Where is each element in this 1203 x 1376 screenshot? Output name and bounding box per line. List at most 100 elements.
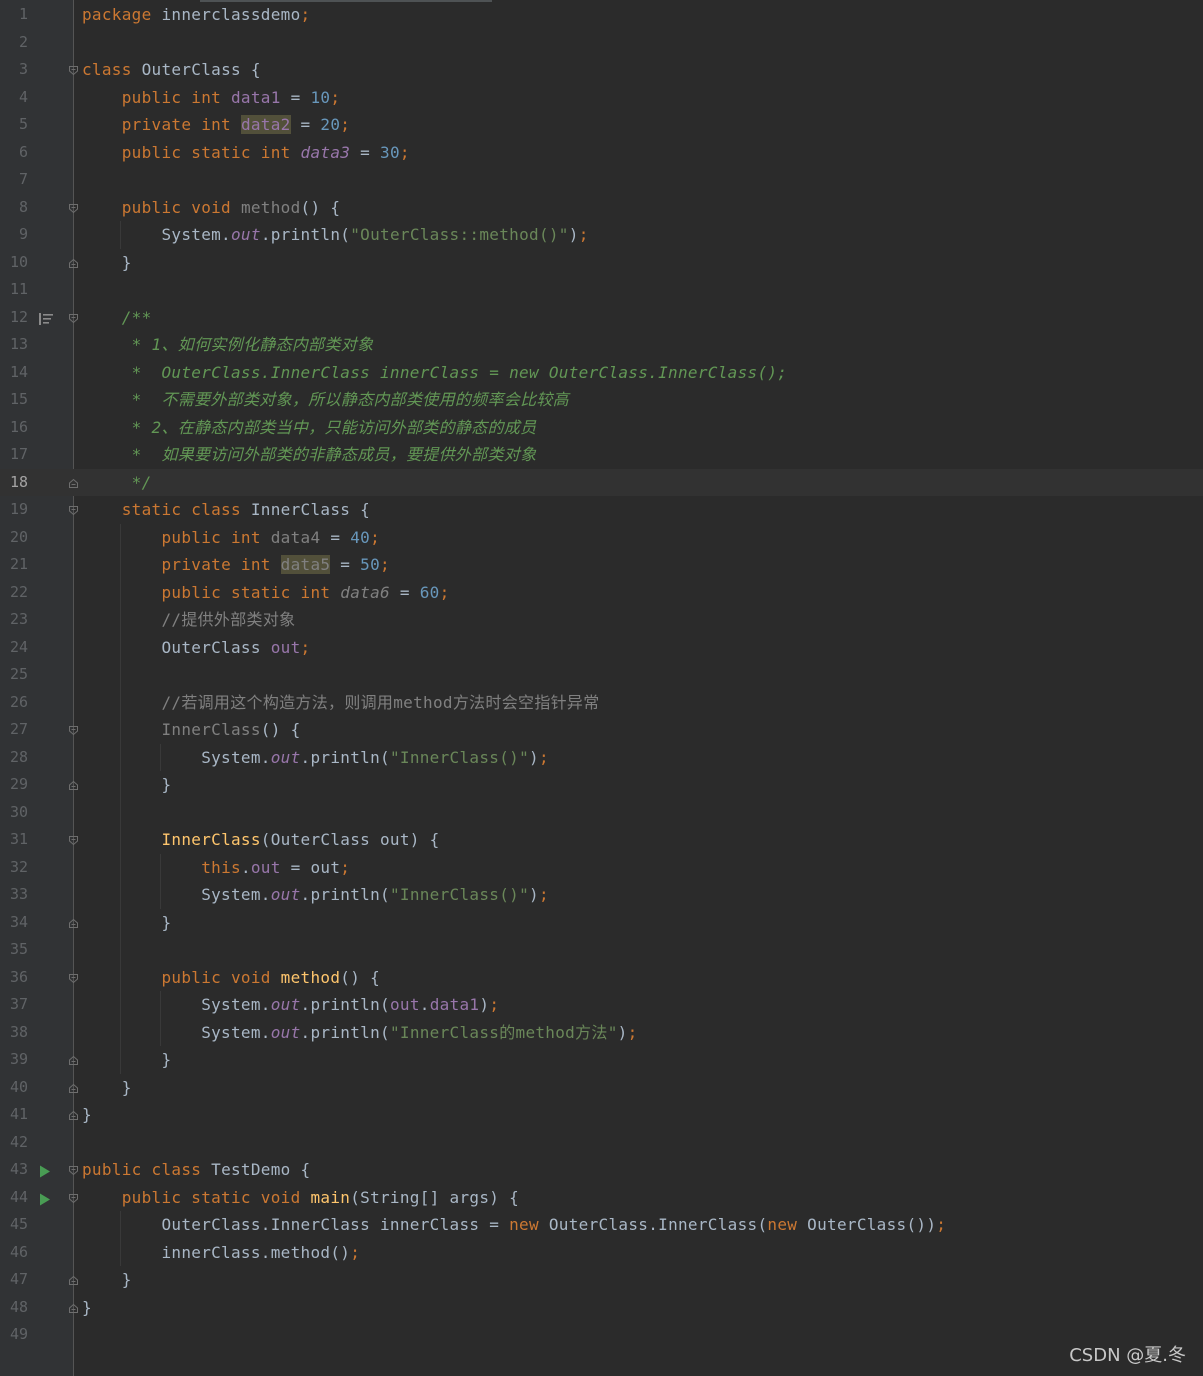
code-line[interactable]: 4 public int data1 = 10; — [0, 84, 1203, 112]
code-text[interactable]: } — [82, 249, 132, 277]
code-text[interactable]: } — [82, 1101, 92, 1129]
render-doc-icon[interactable] — [38, 311, 54, 325]
code-line[interactable]: 47 } — [0, 1266, 1203, 1294]
code-text[interactable]: System.out.println("InnerClass的method方法"… — [82, 1019, 638, 1047]
fold-close-icon[interactable] — [68, 780, 79, 791]
code-line[interactable]: 20 public int data4 = 40; — [0, 524, 1203, 552]
code-line[interactable]: 21 private int data5 = 50; — [0, 551, 1203, 579]
code-line[interactable]: 28 System.out.println("InnerClass()"); — [0, 744, 1203, 772]
code-line[interactable]: 49 — [0, 1321, 1203, 1349]
code-text[interactable]: innerClass.method(); — [82, 1239, 360, 1267]
code-line[interactable]: 29 } — [0, 771, 1203, 799]
code-line[interactable]: 5 private int data2 = 20; — [0, 111, 1203, 139]
code-line[interactable]: 24 OuterClass out; — [0, 634, 1203, 662]
code-text[interactable]: } — [82, 1266, 132, 1294]
fold-close-icon[interactable] — [68, 918, 79, 929]
code-line[interactable]: 16 * 2、在静态内部类当中，只能访问外部类的静态的成员 — [0, 414, 1203, 442]
fold-open-icon[interactable] — [68, 203, 79, 214]
code-line[interactable]: 8 public void method() { — [0, 194, 1203, 222]
code-text[interactable]: System.out.println(out.data1); — [82, 991, 499, 1019]
fold-close-icon[interactable] — [68, 1110, 79, 1121]
code-line[interactable]: 30 — [0, 799, 1203, 827]
code-line[interactable]: 17 * 如果要访问外部类的非静态成员，要提供外部类对象 — [0, 441, 1203, 469]
code-text[interactable]: } — [82, 1074, 132, 1102]
code-line[interactable]: 33 System.out.println("InnerClass()"); — [0, 881, 1203, 909]
fold-close-icon[interactable] — [68, 1303, 79, 1314]
code-line[interactable]: 11 — [0, 276, 1203, 304]
code-line[interactable]: 46 innerClass.method(); — [0, 1239, 1203, 1267]
code-line[interactable]: 10 } — [0, 249, 1203, 277]
code-text[interactable]: this.out = out; — [82, 854, 350, 882]
code-text[interactable]: System.out.println("OuterClass::method()… — [82, 221, 589, 249]
code-text[interactable]: } — [82, 1294, 92, 1322]
code-text[interactable]: */ — [82, 469, 152, 497]
code-text[interactable]: * 1、如何实例化静态内部类对象 — [82, 331, 373, 359]
code-text[interactable]: class OuterClass { — [82, 56, 261, 84]
code-line[interactable]: 6 public static int data3 = 30; — [0, 139, 1203, 167]
code-text[interactable]: public static int data3 = 30; — [82, 139, 410, 167]
code-line[interactable]: 36 public void method() { — [0, 964, 1203, 992]
code-text[interactable]: * 不需要外部类对象，所以静态内部类使用的频率会比较高 — [82, 386, 569, 414]
code-line[interactable]: 32 this.out = out; — [0, 854, 1203, 882]
code-text[interactable]: private int data5 = 50; — [82, 551, 390, 579]
fold-open-icon[interactable] — [68, 65, 79, 76]
run-icon[interactable] — [39, 1191, 51, 1205]
code-line[interactable]: 25 — [0, 661, 1203, 689]
fold-open-icon[interactable] — [68, 313, 79, 324]
code-line[interactable]: 45 OuterClass.InnerClass innerClass = ne… — [0, 1211, 1203, 1239]
code-line[interactable]: 27 InnerClass() { — [0, 716, 1203, 744]
code-text[interactable]: * 如果要访问外部类的非静态成员，要提供外部类对象 — [82, 441, 536, 469]
code-line[interactable]: 41} — [0, 1101, 1203, 1129]
code-line[interactable]: 13 * 1、如何实例化静态内部类对象 — [0, 331, 1203, 359]
code-text[interactable]: OuterClass out; — [82, 634, 310, 662]
fold-open-icon[interactable] — [68, 1193, 79, 1204]
code-line[interactable]: 35 — [0, 936, 1203, 964]
code-line[interactable]: 43 public class TestDemo { — [0, 1156, 1203, 1184]
code-line[interactable]: 1 package innerclassdemo; — [0, 1, 1203, 29]
code-text[interactable]: InnerClass(OuterClass out) { — [82, 826, 440, 854]
code-text[interactable]: public void method() { — [82, 964, 380, 992]
code-text[interactable]: //提供外部类对象 — [82, 606, 295, 634]
code-line[interactable]: 44 public static void main(String[] args… — [0, 1184, 1203, 1212]
code-text[interactable]: public static int data6 = 60; — [82, 579, 450, 607]
code-line[interactable]: 12 /** — [0, 304, 1203, 332]
code-text[interactable]: * 2、在静态内部类当中，只能访问外部类的静态的成员 — [82, 414, 536, 442]
fold-open-icon[interactable] — [68, 725, 79, 736]
code-line[interactable]: 39 } — [0, 1046, 1203, 1074]
fold-close-icon[interactable] — [68, 1055, 79, 1066]
code-editor[interactable]: 1 package innerclassdemo; 2 3 class OuterCla… — [0, 0, 1203, 1376]
code-line[interactable]: 2 — [0, 29, 1203, 57]
code-line[interactable]: 19 static class InnerClass { — [0, 496, 1203, 524]
fold-open-icon[interactable] — [68, 1165, 79, 1176]
fold-open-icon[interactable] — [68, 973, 79, 984]
code-line[interactable]: 42 — [0, 1129, 1203, 1157]
fold-close-icon[interactable] — [68, 1275, 79, 1286]
code-text[interactable]: public int data4 = 40; — [82, 524, 380, 552]
code-line[interactable]: 38 System.out.println("InnerClass的method… — [0, 1019, 1203, 1047]
code-text[interactable]: public static void main(String[] args) { — [82, 1184, 519, 1212]
code-line[interactable]: 22 public static int data6 = 60; — [0, 579, 1203, 607]
code-line[interactable]: 34 } — [0, 909, 1203, 937]
code-text[interactable]: } — [82, 771, 171, 799]
code-text[interactable]: public class TestDemo { — [82, 1156, 310, 1184]
fold-open-icon[interactable] — [68, 835, 79, 846]
code-line[interactable]: 18 */ — [0, 468, 1203, 497]
code-line[interactable]: 3 class OuterClass { — [0, 56, 1203, 84]
fold-close-icon[interactable] — [68, 1083, 79, 1094]
code-text[interactable]: package innerclassdemo; — [82, 1, 310, 29]
run-icon[interactable] — [39, 1163, 51, 1178]
code-text[interactable]: //若调用这个构造方法，则调用method方法时会空指针异常 — [82, 689, 600, 717]
code-line[interactable]: 31 InnerClass(OuterClass out) { — [0, 826, 1203, 854]
code-line[interactable]: 26 //若调用这个构造方法，则调用method方法时会空指针异常 — [0, 689, 1203, 717]
code-line[interactable]: 7 — [0, 166, 1203, 194]
code-text[interactable]: } — [82, 1046, 171, 1074]
code-text[interactable]: System.out.println("InnerClass()"); — [82, 744, 549, 772]
code-line[interactable]: 14 * OuterClass.InnerClass innerClass = … — [0, 359, 1203, 387]
code-text[interactable]: public void method() { — [82, 194, 340, 222]
code-line[interactable]: 48} — [0, 1294, 1203, 1322]
code-text[interactable]: /** — [82, 304, 152, 332]
code-text[interactable]: System.out.println("InnerClass()"); — [82, 881, 549, 909]
code-text[interactable]: } — [82, 909, 171, 937]
code-line[interactable]: 37 System.out.println(out.data1); — [0, 991, 1203, 1019]
fold-close-icon[interactable] — [68, 478, 79, 489]
